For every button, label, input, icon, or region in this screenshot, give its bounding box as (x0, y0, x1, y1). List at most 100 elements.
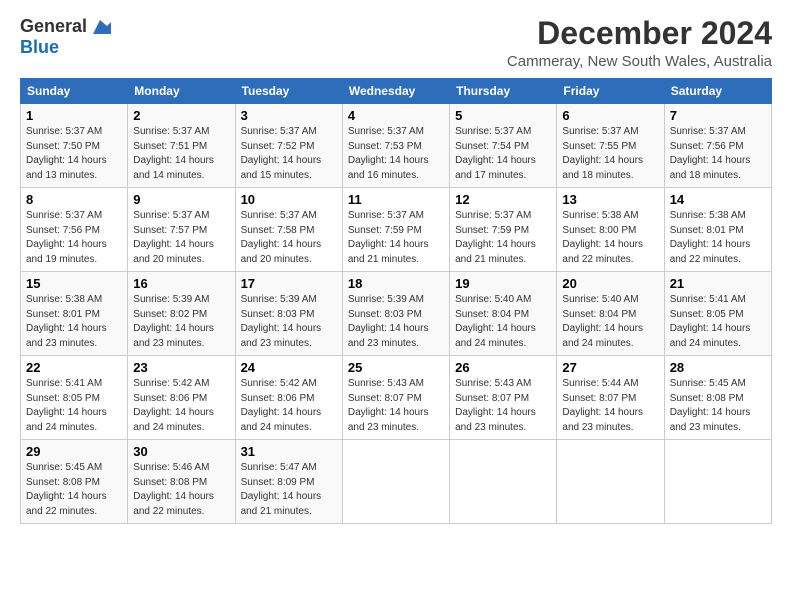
day-info: Sunrise: 5:47 AM Sunset: 8:09 PM Dayligh… (241, 462, 322, 517)
logo-icon (89, 16, 111, 38)
header-day-saturday: Saturday (664, 79, 771, 104)
calendar-cell: 7 Sunrise: 5:37 AM Sunset: 7:56 PM Daylig… (664, 104, 771, 188)
day-info: Sunrise: 5:37 AM Sunset: 7:56 PM Dayligh… (26, 210, 107, 265)
day-info: Sunrise: 5:44 AM Sunset: 8:07 PM Dayligh… (562, 378, 643, 433)
calendar-cell (450, 440, 557, 524)
day-info: Sunrise: 5:37 AM Sunset: 7:56 PM Dayligh… (670, 126, 751, 181)
day-info: Sunrise: 5:41 AM Sunset: 8:05 PM Dayligh… (670, 294, 751, 349)
calendar-cell (557, 440, 664, 524)
day-info: Sunrise: 5:43 AM Sunset: 8:07 PM Dayligh… (455, 378, 536, 433)
day-info: Sunrise: 5:43 AM Sunset: 8:07 PM Dayligh… (348, 378, 429, 433)
day-number: 15 (26, 276, 122, 291)
header-row: SundayMondayTuesdayWednesdayThursdayFrid… (21, 79, 772, 104)
calendar-cell: 11 Sunrise: 5:37 AM Sunset: 7:59 PM Dayli… (342, 188, 449, 272)
calendar-cell: 29 Sunrise: 5:45 AM Sunset: 8:08 PM Dayli… (21, 440, 128, 524)
day-info: Sunrise: 5:37 AM Sunset: 7:50 PM Dayligh… (26, 126, 107, 181)
calendar-cell: 25 Sunrise: 5:43 AM Sunset: 8:07 PM Dayli… (342, 356, 449, 440)
week-row-3: 15 Sunrise: 5:38 AM Sunset: 8:01 PM Dayli… (21, 272, 772, 356)
day-info: Sunrise: 5:45 AM Sunset: 8:08 PM Dayligh… (670, 378, 751, 433)
day-number: 29 (26, 444, 122, 459)
day-info: Sunrise: 5:40 AM Sunset: 8:04 PM Dayligh… (562, 294, 643, 349)
calendar-cell: 15 Sunrise: 5:38 AM Sunset: 8:01 PM Dayli… (21, 272, 128, 356)
day-number: 21 (670, 276, 766, 291)
calendar-cell: 22 Sunrise: 5:41 AM Sunset: 8:05 PM Dayli… (21, 356, 128, 440)
day-info: Sunrise: 5:37 AM Sunset: 7:52 PM Dayligh… (241, 126, 322, 181)
day-number: 7 (670, 108, 766, 123)
calendar-cell: 24 Sunrise: 5:42 AM Sunset: 8:06 PM Dayli… (235, 356, 342, 440)
calendar-cell: 26Sunrise: 5:43 AM Sunset: 8:07 PM Dayli… (450, 356, 557, 440)
day-info: Sunrise: 5:37 AM Sunset: 7:55 PM Dayligh… (562, 126, 643, 181)
day-number: 25 (348, 360, 444, 375)
calendar-cell: 19Sunrise: 5:40 AM Sunset: 8:04 PM Dayli… (450, 272, 557, 356)
day-info: Sunrise: 5:39 AM Sunset: 8:03 PM Dayligh… (348, 294, 429, 349)
day-info: Sunrise: 5:37 AM Sunset: 7:59 PM Dayligh… (348, 210, 429, 265)
calendar-cell: 8Sunrise: 5:37 AM Sunset: 7:56 PM Daylig… (21, 188, 128, 272)
header-day-friday: Friday (557, 79, 664, 104)
calendar-cell: 14 Sunrise: 5:38 AM Sunset: 8:01 PM Dayli… (664, 188, 771, 272)
calendar-cell: 4 Sunrise: 5:37 AM Sunset: 7:53 PM Daylig… (342, 104, 449, 188)
day-number: 12 (455, 192, 551, 207)
day-info: Sunrise: 5:39 AM Sunset: 8:02 PM Dayligh… (133, 294, 214, 349)
day-number: 5 (455, 108, 551, 123)
week-row-5: 29 Sunrise: 5:45 AM Sunset: 8:08 PM Dayli… (21, 440, 772, 524)
day-info: Sunrise: 5:37 AM Sunset: 7:51 PM Dayligh… (133, 126, 214, 181)
day-info: Sunrise: 5:37 AM Sunset: 7:58 PM Dayligh… (241, 210, 322, 265)
day-number: 9 (133, 192, 229, 207)
calendar-cell: 6 Sunrise: 5:37 AM Sunset: 7:55 PM Daylig… (557, 104, 664, 188)
day-number: 30 (133, 444, 229, 459)
day-info: Sunrise: 5:37 AM Sunset: 7:59 PM Dayligh… (455, 210, 536, 265)
day-number: 4 (348, 108, 444, 123)
day-number: 24 (241, 360, 337, 375)
logo-blue: Blue (20, 38, 59, 58)
calendar-cell: 21 Sunrise: 5:41 AM Sunset: 8:05 PM Dayli… (664, 272, 771, 356)
day-number: 10 (241, 192, 337, 207)
calendar-cell: 12 Sunrise: 5:37 AM Sunset: 7:59 PM Dayli… (450, 188, 557, 272)
calendar-cell: 1Sunrise: 5:37 AM Sunset: 7:50 PM Daylig… (21, 104, 128, 188)
calendar-cell: 13 Sunrise: 5:38 AM Sunset: 8:00 PM Dayli… (557, 188, 664, 272)
day-number: 11 (348, 192, 444, 207)
calendar-cell (664, 440, 771, 524)
main-title: December 2024 (507, 16, 772, 51)
day-number: 14 (670, 192, 766, 207)
calendar-cell: 31 Sunrise: 5:47 AM Sunset: 8:09 PM Dayli… (235, 440, 342, 524)
day-info: Sunrise: 5:38 AM Sunset: 8:00 PM Dayligh… (562, 210, 643, 265)
day-number: 6 (562, 108, 658, 123)
day-info: Sunrise: 5:42 AM Sunset: 8:06 PM Dayligh… (241, 378, 322, 433)
calendar-cell: 10 Sunrise: 5:37 AM Sunset: 7:58 PM Dayli… (235, 188, 342, 272)
day-number: 2 (133, 108, 229, 123)
calendar-cell (342, 440, 449, 524)
calendar-cell: 17Sunrise: 5:39 AM Sunset: 8:03 PM Dayli… (235, 272, 342, 356)
day-number: 20 (562, 276, 658, 291)
day-number: 22 (26, 360, 122, 375)
header-day-monday: Monday (128, 79, 235, 104)
calendar-cell: 23 Sunrise: 5:42 AM Sunset: 8:06 PM Dayli… (128, 356, 235, 440)
day-number: 27 (562, 360, 658, 375)
calendar-cell: 27 Sunrise: 5:44 AM Sunset: 8:07 PM Dayli… (557, 356, 664, 440)
calendar-cell: 18Sunrise: 5:39 AM Sunset: 8:03 PM Dayli… (342, 272, 449, 356)
calendar-cell: 30Sunrise: 5:46 AM Sunset: 8:08 PM Dayli… (128, 440, 235, 524)
day-info: Sunrise: 5:37 AM Sunset: 7:57 PM Dayligh… (133, 210, 214, 265)
calendar-cell: 2 Sunrise: 5:37 AM Sunset: 7:51 PM Daylig… (128, 104, 235, 188)
day-number: 19 (455, 276, 551, 291)
calendar-cell: 9 Sunrise: 5:37 AM Sunset: 7:57 PM Daylig… (128, 188, 235, 272)
day-info: Sunrise: 5:42 AM Sunset: 8:06 PM Dayligh… (133, 378, 214, 433)
day-info: Sunrise: 5:37 AM Sunset: 7:54 PM Dayligh… (455, 126, 536, 181)
header-day-thursday: Thursday (450, 79, 557, 104)
day-number: 23 (133, 360, 229, 375)
logo: General Blue (20, 16, 111, 58)
title-area: December 2024 Cammeray, New South Wales,… (507, 16, 772, 70)
day-info: Sunrise: 5:37 AM Sunset: 7:53 PM Dayligh… (348, 126, 429, 181)
week-row-2: 8Sunrise: 5:37 AM Sunset: 7:56 PM Daylig… (21, 188, 772, 272)
day-info: Sunrise: 5:41 AM Sunset: 8:05 PM Dayligh… (26, 378, 107, 433)
day-number: 31 (241, 444, 337, 459)
day-number: 13 (562, 192, 658, 207)
day-number: 16 (133, 276, 229, 291)
day-info: Sunrise: 5:38 AM Sunset: 8:01 PM Dayligh… (670, 210, 751, 265)
week-row-1: 1Sunrise: 5:37 AM Sunset: 7:50 PM Daylig… (21, 104, 772, 188)
day-number: 28 (670, 360, 766, 375)
calendar-table: SundayMondayTuesdayWednesdayThursdayFrid… (20, 78, 772, 524)
day-info: Sunrise: 5:38 AM Sunset: 8:01 PM Dayligh… (26, 294, 107, 349)
header-day-tuesday: Tuesday (235, 79, 342, 104)
day-info: Sunrise: 5:45 AM Sunset: 8:08 PM Dayligh… (26, 462, 107, 517)
calendar-cell: 28 Sunrise: 5:45 AM Sunset: 8:08 PM Dayli… (664, 356, 771, 440)
